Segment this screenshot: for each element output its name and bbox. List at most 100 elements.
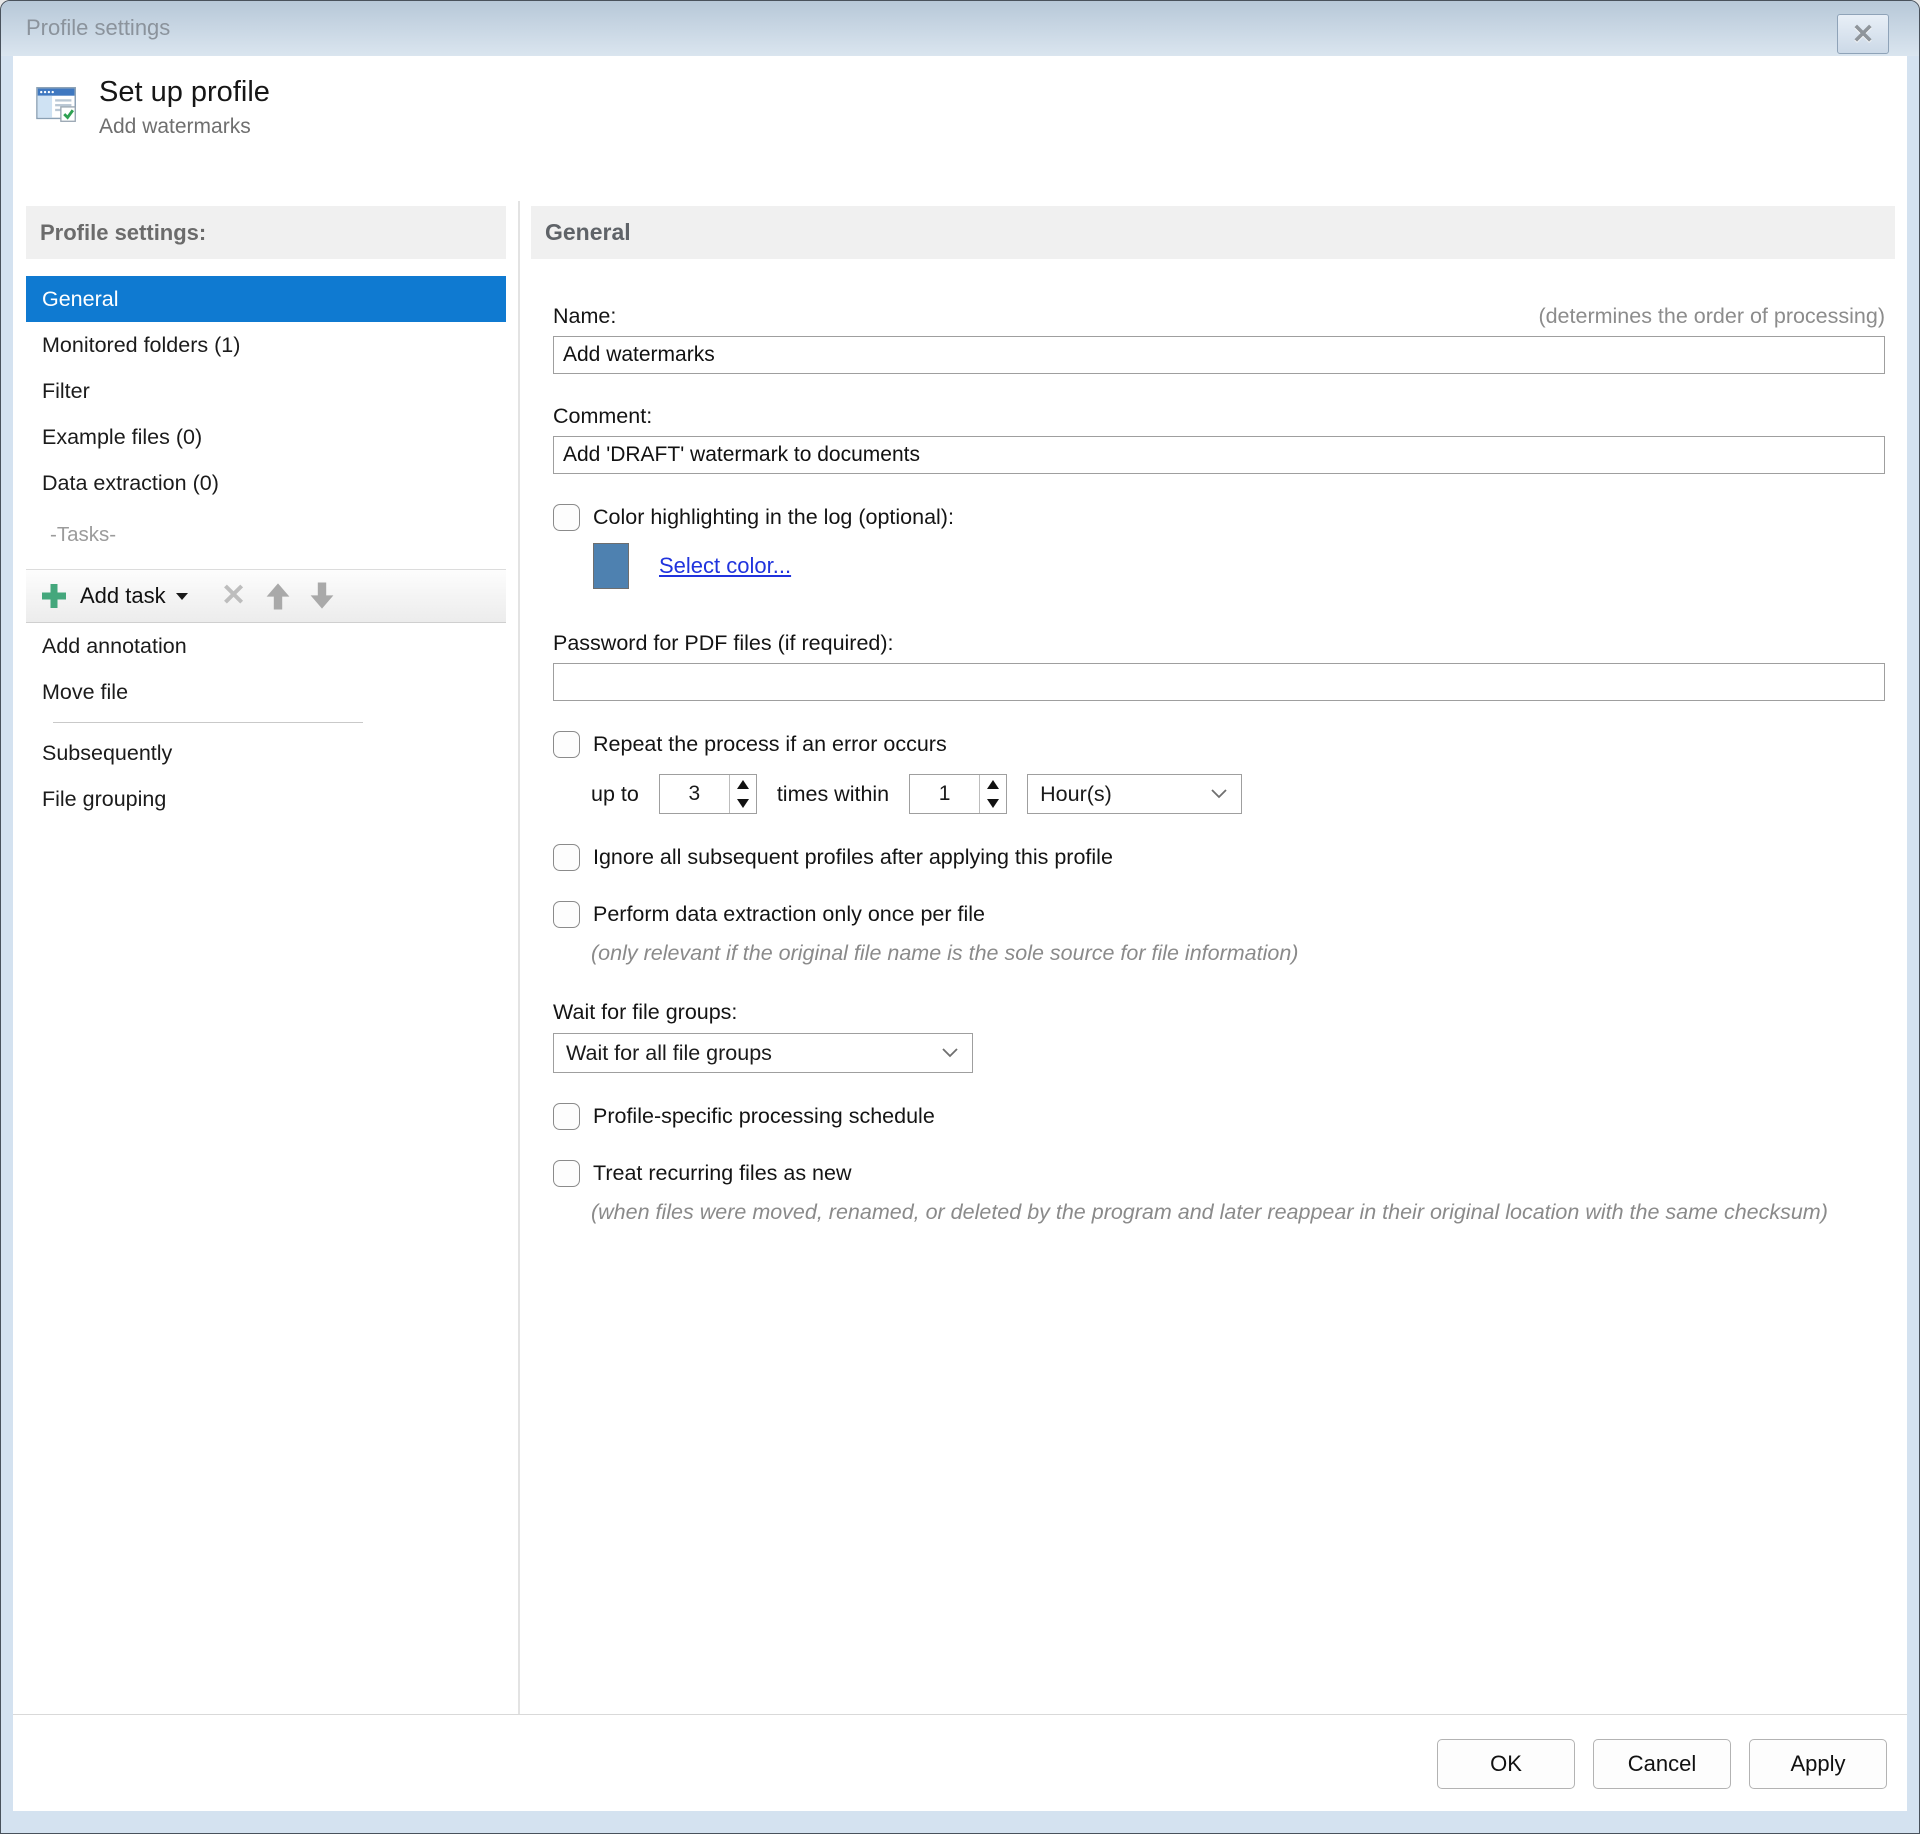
repeat-process-label: Repeat the process if an error occurs	[593, 732, 947, 756]
arrow-down-icon	[310, 582, 334, 609]
task-item-label: Move file	[42, 679, 129, 704]
spin-down-button[interactable]	[980, 794, 1006, 813]
name-label: Name:	[553, 304, 617, 328]
sidebar-item-label: Data extraction (0)	[42, 470, 219, 495]
arrow-up-icon	[266, 583, 290, 610]
spin-down-button[interactable]	[730, 794, 756, 813]
delete-icon: ✕	[221, 579, 247, 612]
dialog-header-text: Set up profile Add watermarks	[99, 76, 270, 139]
profile-settings-dialog: Profile settings ✕ Set up profile Add wa…	[0, 0, 1920, 1834]
password-input[interactable]	[553, 663, 1885, 701]
sidebar-item-general[interactable]: General	[26, 276, 506, 322]
sidebar-item-monitored-folders[interactable]: Monitored folders (1)	[26, 322, 506, 368]
close-icon: ✕	[1851, 18, 1875, 49]
triangle-down-icon	[736, 799, 749, 808]
color-swatch	[593, 543, 629, 589]
triangle-up-icon	[736, 780, 749, 789]
extract-once-label: Perform data extraction only once per fi…	[593, 902, 985, 926]
setup-profile-icon	[36, 87, 76, 122]
sidebar-main-divider	[518, 201, 520, 1714]
color-highlighting-checkbox[interactable]	[553, 504, 580, 531]
sidebar-bottom-nav: Subsequently File grouping	[26, 730, 506, 822]
sidebar-item-label: General	[42, 286, 119, 311]
recurring-label: Treat recurring files as new	[593, 1161, 852, 1186]
repeat-within-stepper[interactable]: 1	[909, 774, 1008, 814]
repeat-process-checkbox[interactable]	[553, 731, 580, 758]
repeat-times-value: 3	[688, 782, 701, 805]
dialog-body: Profile settings: General Monitored fold…	[13, 201, 1907, 1714]
spin-up-button[interactable]	[730, 775, 756, 794]
add-task-label: Add task	[80, 583, 166, 608]
move-task-up-button[interactable]	[256, 574, 300, 618]
apply-button[interactable]: Apply	[1749, 1739, 1887, 1789]
extract-once-checkbox[interactable]	[553, 901, 580, 928]
main-panel: General Name: (determines the order of p…	[531, 201, 1895, 1714]
sidebar-item-data-extraction[interactable]: Data extraction (0)	[26, 460, 506, 506]
sidebar: Profile settings: General Monitored fold…	[26, 201, 506, 1714]
cancel-button[interactable]: Cancel	[1593, 1739, 1731, 1789]
chevron-down-icon	[175, 592, 188, 600]
spin-up-button[interactable]	[980, 775, 1006, 794]
repeat-process-row: Repeat the process if an error occurs	[553, 731, 1885, 758]
wait-groups-value: Wait for all file groups	[566, 1040, 772, 1065]
page-subtitle: Add watermarks	[99, 115, 251, 138]
sidebar-divider	[53, 722, 363, 723]
title-bar: Profile settings ✕	[1, 1, 1919, 56]
dialog-footer: OK Cancel Apply	[13, 1714, 1907, 1811]
repeat-times-spin-buttons	[728, 775, 756, 813]
repeat-times-within-label: times within	[776, 781, 890, 806]
wait-groups-label-row: Wait for file groups:	[553, 1000, 1885, 1025]
ignore-subsequent-label: Ignore all subsequent profiles after app…	[593, 845, 1113, 869]
repeat-up-to-label: up to	[591, 781, 639, 806]
wait-groups-label: Wait for file groups:	[553, 1000, 738, 1025]
task-item-add-annotation[interactable]: Add annotation	[26, 623, 506, 669]
dialog-header: Set up profile Add watermarks	[13, 56, 1907, 201]
comment-input[interactable]	[553, 436, 1885, 474]
repeat-unit-value: Hour(s)	[1040, 781, 1112, 806]
task-toolbar: Add task ✕	[26, 569, 506, 623]
ok-button[interactable]: OK	[1437, 1739, 1575, 1789]
dialog-content: Set up profile Add watermarks Profile se…	[13, 56, 1907, 1811]
move-task-down-button[interactable]	[300, 574, 344, 618]
password-label-row: Password for PDF files (if required):	[553, 631, 1885, 656]
repeat-times-stepper[interactable]: 3	[658, 774, 757, 814]
repeat-unit-select[interactable]: Hour(s)	[1027, 774, 1243, 814]
sidebar-item-label: Example files (0)	[42, 424, 203, 449]
sidebar-item-file-grouping[interactable]: File grouping	[26, 776, 506, 822]
delete-task-button[interactable]: ✕	[212, 574, 256, 618]
comment-label-row: Comment:	[553, 404, 1885, 429]
extract-once-row: Perform data extraction only once per fi…	[553, 901, 1885, 928]
sidebar-nav: General Monitored folders (1) Filter Exa…	[26, 276, 506, 506]
task-list: Add annotation Move file	[26, 623, 506, 715]
recurring-note: (when files were moved, renamed, or dele…	[591, 1200, 1828, 1225]
repeat-within-value: 1	[938, 782, 951, 805]
sidebar-item-filter[interactable]: Filter	[26, 368, 506, 414]
close-button[interactable]: ✕	[1837, 14, 1889, 54]
schedule-row: Profile-specific processing schedule	[553, 1103, 1885, 1131]
sidebar-item-label: Subsequently	[42, 740, 173, 765]
recurring-checkbox[interactable]	[553, 1160, 580, 1188]
window-title: Profile settings	[26, 15, 171, 40]
wait-groups-select[interactable]: Wait for all file groups	[553, 1033, 973, 1074]
task-item-move-file[interactable]: Move file	[26, 669, 506, 715]
sidebar-item-label: Monitored folders (1)	[42, 332, 241, 357]
sidebar-item-subsequently[interactable]: Subsequently	[26, 730, 506, 776]
select-color-link[interactable]: Select color...	[659, 553, 791, 579]
schedule-checkbox[interactable]	[553, 1103, 580, 1131]
ignore-subsequent-checkbox[interactable]	[553, 844, 580, 871]
page-title: Set up profile	[99, 76, 270, 108]
extract-once-note: (only relevant if the original file name…	[591, 941, 1299, 965]
task-item-label: Add annotation	[42, 633, 187, 658]
sidebar-header: Profile settings:	[26, 206, 506, 259]
sidebar-item-example-files[interactable]: Example files (0)	[26, 414, 506, 460]
chevron-down-icon	[942, 1048, 958, 1058]
sidebar-item-label: File grouping	[42, 786, 167, 811]
password-label: Password for PDF files (if required):	[553, 631, 894, 655]
name-input[interactable]	[553, 336, 1885, 374]
comment-label: Comment:	[553, 404, 653, 428]
triangle-up-icon	[987, 780, 1000, 789]
name-hint: (determines the order of processing)	[1538, 304, 1885, 328]
sidebar-item-label: Filter	[42, 378, 90, 403]
general-form: Name: (determines the order of processin…	[531, 304, 1895, 1230]
add-task-button[interactable]: Add task	[40, 582, 188, 610]
